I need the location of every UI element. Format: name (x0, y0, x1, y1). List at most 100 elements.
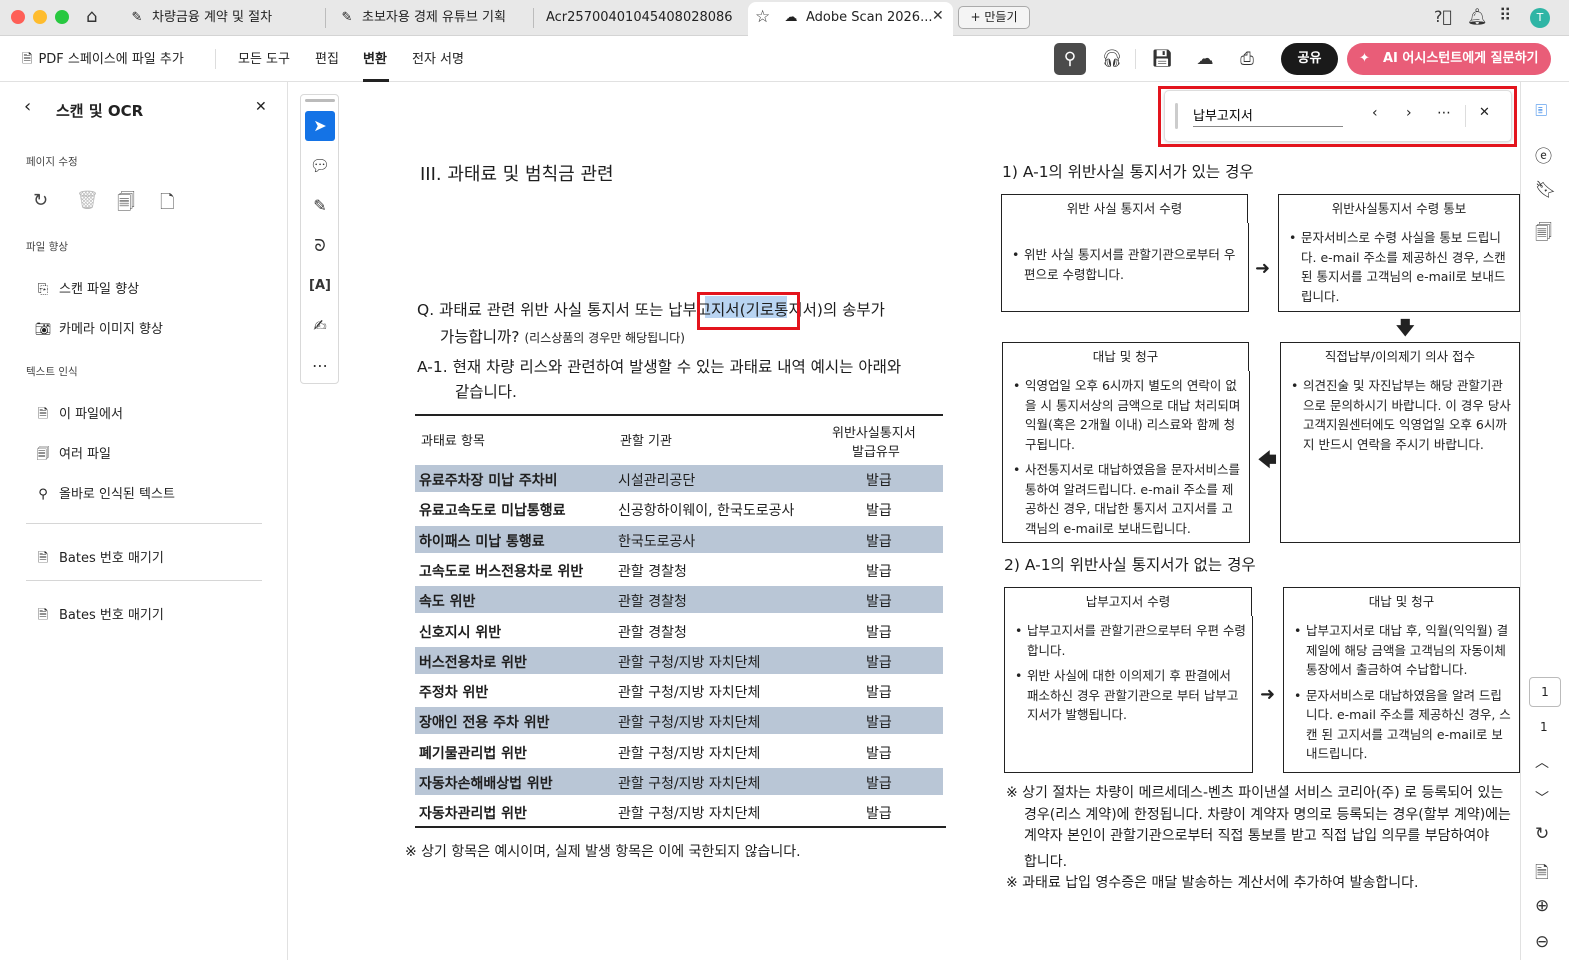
text-recognize-tool-icon[interactable]: [A] (305, 271, 335, 301)
zoom-out-icon[interactable]: ⊖ (1535, 932, 1549, 952)
bates-numbering-item-1[interactable]: 🗎 Bates 번호 매기기 (34, 547, 164, 571)
bates-numbering-item-2[interactable]: 🗎 Bates 번호 매기기 (34, 604, 164, 628)
search-icon: ⚲ (1063, 49, 1077, 69)
search-button[interactable]: ⚲ (1054, 43, 1086, 75)
scroll-up-icon[interactable]: ︿ (1535, 752, 1549, 772)
recognized-text-item[interactable]: ⚲ 올바로 인식된 텍스트 (34, 483, 175, 502)
table-cell-item: 주정차 위반 (419, 685, 489, 701)
tab-1[interactable]: ✎ 차량금융 계약 및 절차 (128, 4, 318, 32)
scroll-down-icon[interactable]: ﹀ (1535, 788, 1549, 808)
th-agency: 관할 기관 (620, 434, 672, 449)
flow-box-body: 위반 사실 통지서를 관할기관으로부터 우편으로 수령합니다. (1001, 223, 1249, 312)
print-button[interactable]: ⎙ (1231, 43, 1263, 75)
extract-page-icon[interactable]: 🗐 (117, 190, 135, 220)
insert-page-icon[interactable]: 🗋 (160, 190, 174, 220)
ai-chat-icon: ✦ (1359, 51, 1370, 66)
ocr-multiple-files-item[interactable]: 🗐 여러 파일 (34, 443, 111, 467)
menu-edit[interactable]: 편집 (315, 48, 339, 67)
comments-icon[interactable]: ⓔ (1535, 142, 1552, 167)
table-cell-item: 장애인 전용 주차 위반 (419, 715, 550, 731)
enhance-scan-item[interactable]: ⎘ 스캔 파일 향상 (34, 278, 139, 297)
right-rail: 🗉 ⓔ 🔖︎ 🗐 ︿ ﹀ ↻ 🗎 ⊕ ⊖ (1520, 82, 1569, 960)
tab-3[interactable]: Acr25700401045408028086 7.t... (546, 4, 732, 32)
apps-grid-icon[interactable]: ⠿ (1499, 6, 1511, 26)
star-icon[interactable]: ☆ (755, 7, 770, 27)
rotate-view-icon[interactable]: ↻ (1535, 824, 1549, 844)
page-total: 1 (1540, 720, 1548, 734)
more-tools-icon[interactable]: ⋯ (305, 351, 335, 381)
pages-icon[interactable]: 🗐 (1535, 220, 1552, 249)
help-icon[interactable]: ?⃝ (1434, 7, 1452, 26)
cloud-save-button[interactable]: ☁ (1189, 43, 1221, 75)
flow-box-body: 문자서비스로 수령 사실을 통보 드립니다. e-mail 주소를 제공하신 경… (1278, 223, 1520, 312)
close-panel-icon[interactable]: ✕ (255, 99, 267, 115)
flow-box-title: 납부고지서 수령 (1004, 587, 1252, 617)
page-number-input[interactable]: 1 (1529, 677, 1561, 707)
table-cell-issued: 발급 (866, 685, 892, 701)
th-notice: 위반사실통지서 (832, 426, 916, 441)
minimize-window-button[interactable] (33, 10, 47, 24)
zoom-in-icon[interactable]: ⊕ (1535, 896, 1549, 916)
flow-box-title: 대납 및 청구 (1002, 342, 1249, 372)
table-cell-item: 유료고속도로 미납통행료 (419, 503, 566, 519)
share-button[interactable]: 공유 (1281, 43, 1338, 75)
table-cell-agency: 관할 구청/지방 자치단체 (618, 776, 761, 792)
table-cell-item: 자동차손해배상법 위반 (419, 776, 553, 792)
arrow-right-icon: ➜ (1255, 258, 1271, 279)
scan-enhance-icon: ⎘ (37, 282, 49, 297)
menu-convert[interactable]: 변환 (363, 48, 387, 67)
new-tab-button[interactable]: + 만들기 (958, 6, 1030, 29)
back-icon[interactable]: ‹ (24, 96, 31, 117)
ocr-this-file-item[interactable]: 🗎 이 파일에서 (34, 403, 123, 427)
home-icon[interactable]: ⌂ (86, 6, 97, 27)
sign-tool-icon[interactable]: ✍ (305, 311, 335, 341)
bell-icon[interactable]: 🔔︎ (1467, 7, 1487, 26)
file-add-icon: 🗎 (22, 52, 33, 67)
close-window-button[interactable] (11, 10, 25, 24)
table-cell-issued: 발급 (866, 625, 892, 641)
th-item: 과태료 항목 (421, 434, 485, 449)
save-icon: 💾︎ (1151, 49, 1173, 69)
find-bar-highlight (1158, 86, 1517, 147)
read-aloud-button[interactable]: 🎧︎ (1096, 43, 1128, 75)
headphones-icon: 🎧︎ (1101, 49, 1123, 69)
table-cell-agency: 관할 구청/지방 자치단체 (618, 746, 761, 762)
enhance-camera-item[interactable]: 📷︎ 카메라 이미지 향상 (34, 318, 163, 337)
table-cell-issued: 발급 (866, 564, 892, 580)
camera-icon: 📷︎ (34, 322, 52, 337)
menu-e-sign[interactable]: 전자 서명 (412, 48, 464, 67)
scan-ocr-panel: ‹ 스캔 및 OCR ✕ 페이지 수정 ↻ 🗑︎ 🗐 🗋 파일 향상 ⎘ 스캔 파… (0, 82, 288, 960)
table-cell-item: 신호지시 위반 (419, 625, 502, 641)
app-toolbar: 🗎 PDF 스페이스에 파일 추가 모든 도구 편집 변환 전자 서명 ⚲ 🎧︎ … (0, 36, 1569, 82)
note-line: 계약자 본인이 관할기관으로부터 직접 통보를 받고 직접 납입 의무를 부담하… (1024, 828, 1490, 844)
ai-summary-icon[interactable]: 🗉 (1535, 98, 1547, 127)
page-fit-icon[interactable]: 🗎 (1535, 860, 1549, 889)
cloud-icon: ☁ (1196, 49, 1214, 69)
search-hit-box (697, 292, 800, 330)
table-cell-agency: 신공항하이웨이, 한국도로공사 (618, 503, 795, 519)
select-tool-icon[interactable]: ➤ (305, 111, 335, 141)
table-cell-agency: 관할 구청/지방 자치단체 (618, 715, 761, 731)
bookmark-icon[interactable]: 🔖︎ (1535, 180, 1557, 200)
ai-assistant-button[interactable]: ✦ AI 어시스턴트에게 질문하기 (1347, 43, 1551, 75)
arrow-right-icon: ➜ (1260, 684, 1276, 705)
comment-tool-icon[interactable]: 💬︎ (305, 151, 335, 181)
rotate-icon[interactable]: ↻ (33, 190, 48, 211)
save-button[interactable]: 💾︎ (1146, 43, 1178, 75)
note-line: 경우(리스 계약)에 한정됩니다. 차량이 계약자 명의로 등록되는 경우(할부… (1024, 807, 1511, 823)
print-icon: ⎙ (1240, 49, 1254, 69)
highlight-tool-icon[interactable]: ✎ (305, 191, 335, 221)
add-to-space-button[interactable]: 🗎 PDF 스페이스에 파일 추가 (22, 48, 184, 72)
th-issued: 발급유무 (852, 445, 900, 460)
table-cell-issued: 발급 (866, 473, 892, 489)
table-cell-item: 자동차관리법 위반 (419, 806, 527, 822)
table-cell-item: 고속도로 버스전용차로 위반 (419, 564, 584, 580)
tab-2[interactable]: ✎ 초보자용 경제 유튜브 기획 (338, 4, 528, 32)
menu-all-tools[interactable]: 모든 도구 (238, 48, 290, 67)
tab-4[interactable]: ☁ Adobe Scan 2026... (782, 4, 933, 32)
draw-tool-icon[interactable]: ᘐ (305, 231, 335, 261)
avatar[interactable]: T (1530, 8, 1550, 28)
table-cell-agency: 시설관리공단 (618, 473, 696, 489)
maximize-window-button[interactable] (55, 10, 69, 24)
close-tab-icon[interactable]: ✕ (932, 8, 944, 24)
